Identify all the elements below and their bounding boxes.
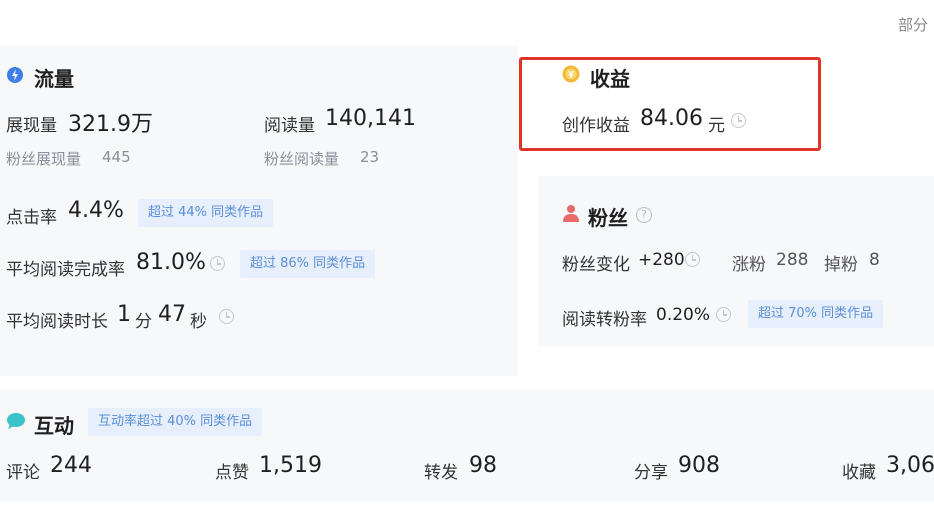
income-title: 收益 xyxy=(590,67,630,91)
fan-conversion-value: 0.20% xyxy=(656,305,711,325)
fan-conversion-label: 阅读转粉率 xyxy=(562,310,647,330)
favorites-label: 收藏 xyxy=(842,463,876,483)
fan-change-label: 粉丝变化 xyxy=(562,255,630,275)
comments-value: 244 xyxy=(50,453,92,478)
likes-value: 1,519 xyxy=(259,453,322,478)
impressions-value: 321.9万 xyxy=(68,112,153,137)
fan-change-value: +280 xyxy=(638,250,685,270)
reposts-value: 98 xyxy=(469,453,497,478)
fan-conversion-history-icon[interactable] xyxy=(716,307,731,322)
interaction-card xyxy=(0,390,934,502)
fan-gain-label: 涨粉 xyxy=(732,255,766,275)
duration-minutes: 1 xyxy=(117,302,131,327)
interaction-badge: 互动率超过 40% 同类作品 xyxy=(88,408,263,436)
completion-badge: 超过 86% 同类作品 xyxy=(240,250,376,278)
income-history-icon[interactable] xyxy=(731,113,746,128)
fan-loss-value: 8 xyxy=(869,250,880,270)
ctr-label: 点击率 xyxy=(6,208,57,228)
duration-history-icon[interactable] xyxy=(219,309,234,324)
completion-label: 平均阅读完成率 xyxy=(6,260,125,280)
fans-person-icon xyxy=(563,205,579,222)
traffic-drop-icon xyxy=(7,67,23,83)
fan-reads-label: 粉丝阅读量 xyxy=(264,150,340,168)
fans-title: 粉丝 xyxy=(588,206,628,230)
income-coin-icon xyxy=(562,65,580,83)
completion-value: 81.0% xyxy=(136,250,206,275)
shares-label: 分享 xyxy=(634,463,668,483)
reposts-label: 转发 xyxy=(424,463,458,483)
favorites-value: 3,06 xyxy=(886,453,934,478)
top-right-text: 部分 xyxy=(898,16,929,34)
reads-label: 阅读量 xyxy=(264,116,315,136)
duration-seconds: 47 xyxy=(158,302,186,327)
fan-impressions-label: 粉丝展现量 xyxy=(6,150,82,168)
fans-help-icon[interactable]: ? xyxy=(636,207,652,223)
shares-value: 908 xyxy=(678,453,720,478)
comments-label: 评论 xyxy=(6,463,40,483)
fan-impressions-value: 445 xyxy=(102,148,131,166)
creation-income-value: 84.06 xyxy=(640,106,703,131)
reads-value: 140,141 xyxy=(325,106,416,131)
interaction-title: 互动 xyxy=(34,414,74,438)
completion-history-icon[interactable] xyxy=(210,256,225,271)
ctr-badge: 超过 44% 同类作品 xyxy=(138,199,274,227)
impressions-label: 展现量 xyxy=(6,116,57,136)
fan-gain-value: 288 xyxy=(776,250,809,270)
traffic-title: 流量 xyxy=(34,67,74,91)
fan-conversion-badge: 超过 70% 同类作品 xyxy=(748,300,884,328)
fan-change-history-icon[interactable] xyxy=(685,252,700,267)
duration-label: 平均阅读时长 xyxy=(6,312,108,332)
duration-minutes-unit: 分 xyxy=(135,312,152,332)
duration-seconds-unit: 秒 xyxy=(190,312,207,332)
ctr-value: 4.4% xyxy=(68,198,124,223)
fan-loss-label: 掉粉 xyxy=(824,255,858,275)
likes-label: 点赞 xyxy=(215,463,249,483)
creation-income-label: 创作收益 xyxy=(562,116,630,136)
creation-income-unit: 元 xyxy=(708,116,725,136)
interaction-chat-icon xyxy=(7,413,25,429)
fan-reads-value: 23 xyxy=(360,148,380,166)
